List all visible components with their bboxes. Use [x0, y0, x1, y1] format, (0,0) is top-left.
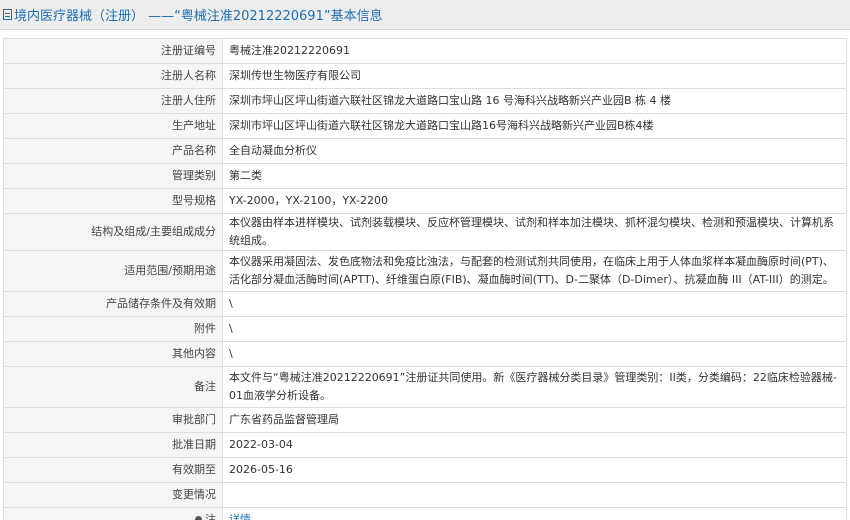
row-value: 本仪器采用凝固法、发色底物法和免疫比浊法，与配套的检测试剂共同使用，在临床上用于…: [222, 250, 847, 292]
info-table: 注册证编号 粤械注准20212220691 注册人名称 深圳传世生物医疗有限公司…: [3, 38, 847, 520]
note-label: 注: [205, 513, 216, 520]
pin-icon: [193, 514, 204, 520]
row-value: 详情: [222, 507, 847, 520]
table-row-storage: 产品储存条件及有效期 \: [3, 291, 847, 317]
page-title: 境内医疗器械（注册） ——“粤械注准20212220691”基本信息: [14, 9, 383, 24]
row-value: \: [222, 341, 847, 367]
row-label: 生产地址: [3, 113, 223, 139]
row-value: 粤械注准20212220691: [222, 38, 847, 64]
row-label: 审批部门: [3, 407, 223, 433]
row-value: 2022-03-04: [222, 432, 847, 458]
row-label: 结构及组成/主要组成成分: [3, 213, 223, 251]
row-value: 本仪器由样本进样模块、试剂装载模块、反应杯管理模块、试剂和样本加注模块、抓杯混匀…: [222, 213, 847, 251]
table-row-model-spec: 型号规格 YX-2000，YX-2100，YX-2200: [3, 188, 847, 214]
row-label: 其他内容: [3, 341, 223, 367]
table-row-registrant-name: 注册人名称 深圳传世生物医疗有限公司: [3, 63, 847, 89]
row-value: \: [222, 316, 847, 342]
row-label: 产品储存条件及有效期: [3, 291, 223, 317]
row-label: 变更情况: [3, 482, 223, 508]
row-label: 备注: [3, 366, 223, 408]
row-label: 批准日期: [3, 432, 223, 458]
page: 境内医疗器械（注册） ——“粤械注准20212220691”基本信息 注册证编号…: [0, 0, 850, 520]
table-row-other-content: 其他内容 \: [3, 341, 847, 367]
table-row-intended-use: 适用范围/预期用途 本仪器采用凝固法、发色底物法和免疫比浊法，与配套的检测试剂共…: [3, 250, 847, 292]
row-label: 附件: [3, 316, 223, 342]
row-value: 广东省药品监督管理局: [222, 407, 847, 433]
row-value: 全自动凝血分析仪: [222, 138, 847, 164]
row-value: 深圳市坪山区坪山街道六联社区锦龙大道路口宝山路16号海科兴战略新兴产业园B栋4楼: [222, 113, 847, 139]
table-row-approval-date: 批准日期 2022-03-04: [3, 432, 847, 458]
row-value: 2026-05-16: [222, 457, 847, 483]
document-icon: [3, 9, 12, 20]
table-row-management-class: 管理类别 第二类: [3, 163, 847, 189]
row-label: 有效期至: [3, 457, 223, 483]
table-row-valid-until: 有效期至 2026-05-16: [3, 457, 847, 483]
table-row-product-name: 产品名称 全自动凝血分析仪: [3, 138, 847, 164]
row-label: 型号规格: [3, 188, 223, 214]
row-label: 注册证编号: [3, 38, 223, 64]
row-label: 适用范围/预期用途: [3, 250, 223, 292]
row-label: 管理类别: [3, 163, 223, 189]
row-value: 深圳传世生物医疗有限公司: [222, 63, 847, 89]
table-row-registrant-address: 注册人住所 深圳市坪山区坪山街道六联社区锦龙大道路口宝山路 16 号海科兴战略新…: [3, 88, 847, 114]
table-row-production-address: 生产地址 深圳市坪山区坪山街道六联社区锦龙大道路口宝山路16号海科兴战略新兴产业…: [3, 113, 847, 139]
table-row-approval-department: 审批部门 广东省药品监督管理局: [3, 407, 847, 433]
row-value: YX-2000，YX-2100，YX-2200: [222, 188, 847, 214]
row-value: [222, 482, 847, 508]
row-value: 深圳市坪山区坪山街道六联社区锦龙大道路口宝山路 16 号海科兴战略新兴产业园B …: [222, 88, 847, 114]
row-label: 注册人名称: [3, 63, 223, 89]
page-header: 境内医疗器械（注册） ——“粤械注准20212220691”基本信息: [0, 0, 850, 30]
row-value: \: [222, 291, 847, 317]
row-label: 产品名称: [3, 138, 223, 164]
table-row-changes: 变更情况: [3, 482, 847, 508]
details-link[interactable]: 详情: [229, 513, 251, 520]
table-row-structure: 结构及组成/主要组成成分 本仪器由样本进样模块、试剂装载模块、反应杯管理模块、试…: [3, 213, 847, 251]
row-label: 注册人住所: [3, 88, 223, 114]
row-value: 第二类: [222, 163, 847, 189]
table-row-attachments: 附件 \: [3, 316, 847, 342]
table-row-note: 注 详情: [3, 507, 847, 520]
row-value: 本文件与“粤械注准20212220691”注册证共同使用。新《医疗器械分类目录》…: [222, 366, 847, 408]
table-row-remarks: 备注 本文件与“粤械注准20212220691”注册证共同使用。新《医疗器械分类…: [3, 366, 847, 408]
table-row-registration-number: 注册证编号 粤械注准20212220691: [3, 38, 847, 64]
row-label: 注: [3, 507, 223, 520]
